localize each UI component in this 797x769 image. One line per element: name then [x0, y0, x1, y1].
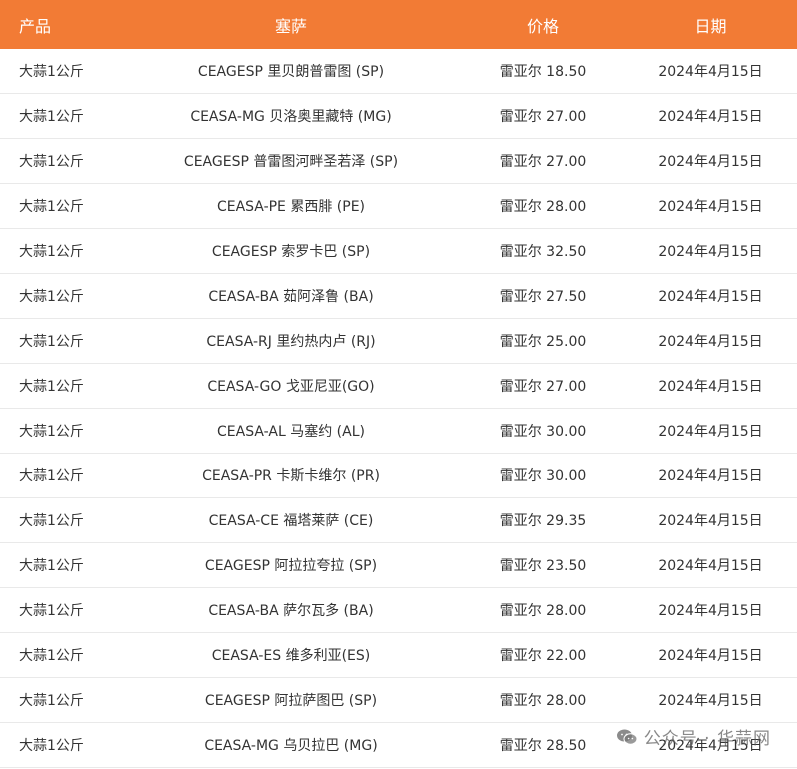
cell-price: 雷亚尔 29.35 [499, 513, 587, 530]
cell-market: CEAGESP 阿拉萨图巴 (SP) [204, 692, 378, 709]
header-market[interactable]: 塞萨 [120, 0, 462, 49]
table-row[interactable]: 大蒜1公斤 CEAGESP 里贝朗普雷图 (SP) 雷亚尔 18.50 2024年4月… [0, 49, 797, 94]
cell-market: CEASA-PR 卡斯卡维尔 (PR) [202, 468, 380, 485]
table-row[interactable]: 大蒜1公斤 CEASA-MG 贝洛奥里藏特 (MG) 雷亚尔 27.00 2024年4… [0, 94, 797, 139]
cell-date: 2024年4月15日 [658, 423, 763, 440]
cell-product: 大蒜1公斤 [19, 244, 84, 260]
table-header-row: 产品 塞萨 价格 日期 [0, 0, 797, 49]
cell-date: 2024年4月15日 [658, 288, 763, 305]
cell-market: CEASA-PE 累西腓 (PE) [216, 199, 366, 216]
table-row[interactable]: 大蒜1公斤 CEASA-PR 卡斯卡维尔 (PR) 雷亚尔 30.00 2024年4月… [0, 453, 797, 498]
cell-price: 雷亚尔 30.00 [499, 468, 587, 485]
cell-market: CEASA-BA 萨尔瓦多 (BA) [208, 603, 374, 620]
cell-product: 大蒜1公斤 [19, 513, 84, 530]
cell-market: CEAGESP 里贝朗普雷图 (SP) [197, 64, 385, 81]
cell-date: 2024年4月15日 [658, 199, 763, 216]
cell-price: 雷亚尔 28.00 [499, 603, 587, 620]
table-row[interactable]: 大蒜1公斤 CEASA-BA 萨尔瓦多 (BA) 雷亚尔 28.00 2024年4月1… [0, 588, 797, 633]
cell-date: 2024年4月15日 [658, 468, 763, 485]
cell-product: 大蒜1公斤 [19, 423, 84, 440]
cell-product: 大蒜1公斤 [19, 64, 84, 81]
cell-market: CEASA-AL 马塞约 (AL) [217, 423, 365, 440]
cell-price: 雷亚尔 28.00 [499, 692, 587, 709]
header-product[interactable]: 产品 [0, 0, 120, 49]
cell-date: 2024年4月15日 [658, 378, 763, 395]
header-price[interactable]: 价格 [462, 0, 624, 49]
cell-price: 雷亚尔 30.00 [499, 423, 587, 440]
cell-date: 2024年4月15日 [658, 64, 763, 81]
cell-price: 雷亚尔 27.00 [499, 109, 587, 126]
cell-price: 雷亚尔 28.00 [499, 199, 587, 216]
cell-product: 大蒜1公斤 [19, 288, 84, 305]
cell-market: CEASA-MG 乌贝拉巴 (MG) [204, 737, 378, 754]
cell-price: 雷亚尔 32.50 [499, 244, 587, 260]
cell-price: 雷亚尔 25.00 [499, 333, 587, 350]
cell-price: 雷亚尔 22.00 [499, 648, 587, 665]
cell-product: 大蒜1公斤 [19, 199, 84, 216]
cell-date: 2024年4月15日 [658, 244, 763, 260]
cell-price: 雷亚尔 27.00 [499, 378, 587, 395]
cell-date: 2024年4月15日 [658, 603, 763, 620]
cell-market: CEASA-MG 贝洛奥里藏特 (MG) [190, 109, 392, 126]
cell-market: CEASA-CE 福塔莱萨 (CE) [208, 513, 374, 530]
cell-price: 雷亚尔 27.50 [499, 288, 587, 305]
cell-market: CEASA-GO 戈亚尼亚(GO) [207, 378, 375, 395]
cell-product: 大蒜1公斤 [19, 333, 84, 350]
table-row[interactable]: 大蒜1公斤 CEASA-BA 茹阿泽鲁 (BA) 雷亚尔 27.50 2024年4月1… [0, 273, 797, 319]
cell-date: 2024年4月15日 [658, 737, 763, 754]
cell-date: 2024年4月15日 [658, 109, 763, 126]
table-body: 大蒜1公斤 CEAGESP 里贝朗普雷图 (SP) 雷亚尔 18.50 2024年4月… [0, 49, 797, 768]
table-row[interactable]: 大蒜1公斤 CEASA-AL 马塞约 (AL) 雷亚尔 30.00 2024年4月15… [0, 408, 797, 454]
cell-date: 2024年4月15日 [658, 648, 763, 665]
cell-product: 大蒜1公斤 [19, 648, 84, 665]
cell-market: CEAGESP 普雷图河畔圣若泽 (SP) [183, 154, 399, 171]
table-row[interactable]: 大蒜1公斤 CEASA-MG 乌贝拉巴 (MG) 雷亚尔 28.50 2024年4月1… [0, 722, 797, 768]
cell-product: 大蒜1公斤 [19, 603, 84, 620]
cell-price: 雷亚尔 23.50 [499, 558, 587, 575]
header-date[interactable]: 日期 [624, 0, 797, 49]
cell-market: CEAGESP 索罗卡巴 (SP) [211, 244, 371, 260]
table-row[interactable]: 大蒜1公斤 CEAGESP 普雷图河畔圣若泽 (SP) 雷亚尔 27.00 2024年… [0, 139, 797, 184]
table-row[interactable]: 大蒜1公斤 CEAGESP 阿拉萨图巴 (SP) 雷亚尔 28.00 2024年4月1… [0, 677, 797, 723]
cell-product: 大蒜1公斤 [19, 154, 84, 171]
cell-product: 大蒜1公斤 [19, 558, 84, 575]
cell-date: 2024年4月15日 [658, 333, 763, 350]
table-row[interactable]: 大蒜1公斤 CEASA-ES 维多利亚(ES) 雷亚尔 22.00 2024年4月15… [0, 633, 797, 678]
cell-market: CEASA-BA 茹阿泽鲁 (BA) [208, 288, 374, 305]
cell-date: 2024年4月15日 [658, 154, 763, 171]
cell-date: 2024年4月15日 [658, 513, 763, 530]
cell-price: 雷亚尔 18.50 [499, 64, 587, 81]
table-row[interactable]: 大蒜1公斤 CEASA-CE 福塔莱萨 (CE) 雷亚尔 29.35 2024年4月1… [0, 498, 797, 543]
cell-date: 2024年4月15日 [658, 692, 763, 709]
table-row[interactable]: 大蒜1公斤 CEASA-PE 累西腓 (PE) 雷亚尔 28.00 2024年4月15… [0, 184, 797, 229]
cell-product: 大蒜1公斤 [19, 737, 84, 754]
cell-market: CEASA-RJ 里约热内卢 (RJ) [206, 333, 376, 350]
cell-product: 大蒜1公斤 [19, 378, 84, 395]
table-row[interactable]: 大蒜1公斤 CEASA-GO 戈亚尼亚(GO) 雷亚尔 27.00 2024年4月15… [0, 363, 797, 409]
cell-price: 雷亚尔 27.00 [499, 154, 587, 171]
table-row[interactable]: 大蒜1公斤 CEAGESP 索罗卡巴 (SP) 雷亚尔 32.50 2024年4月15… [0, 229, 797, 274]
cell-product: 大蒜1公斤 [19, 109, 84, 126]
table-row[interactable]: 大蒜1公斤 CEAGESP 阿拉拉夸拉 (SP) 雷亚尔 23.50 2024年4月1… [0, 543, 797, 588]
cell-price: 雷亚尔 28.50 [499, 737, 587, 754]
cell-market: CEASA-ES 维多利亚(ES) [211, 648, 371, 665]
cell-product: 大蒜1公斤 [19, 692, 84, 709]
cell-product: 大蒜1公斤 [19, 468, 84, 485]
table-row[interactable]: 大蒜1公斤 CEASA-RJ 里约热内卢 (RJ) 雷亚尔 25.00 2024年4月… [0, 318, 797, 364]
cell-date: 2024年4月15日 [658, 558, 763, 575]
price-table: 产品 塞萨 价格 日期 大蒜1公斤 CEAGESP 里贝朗普雷图 (SP) 雷亚尔 … [0, 0, 797, 768]
cell-market: CEAGESP 阿拉拉夸拉 (SP) [204, 558, 378, 575]
